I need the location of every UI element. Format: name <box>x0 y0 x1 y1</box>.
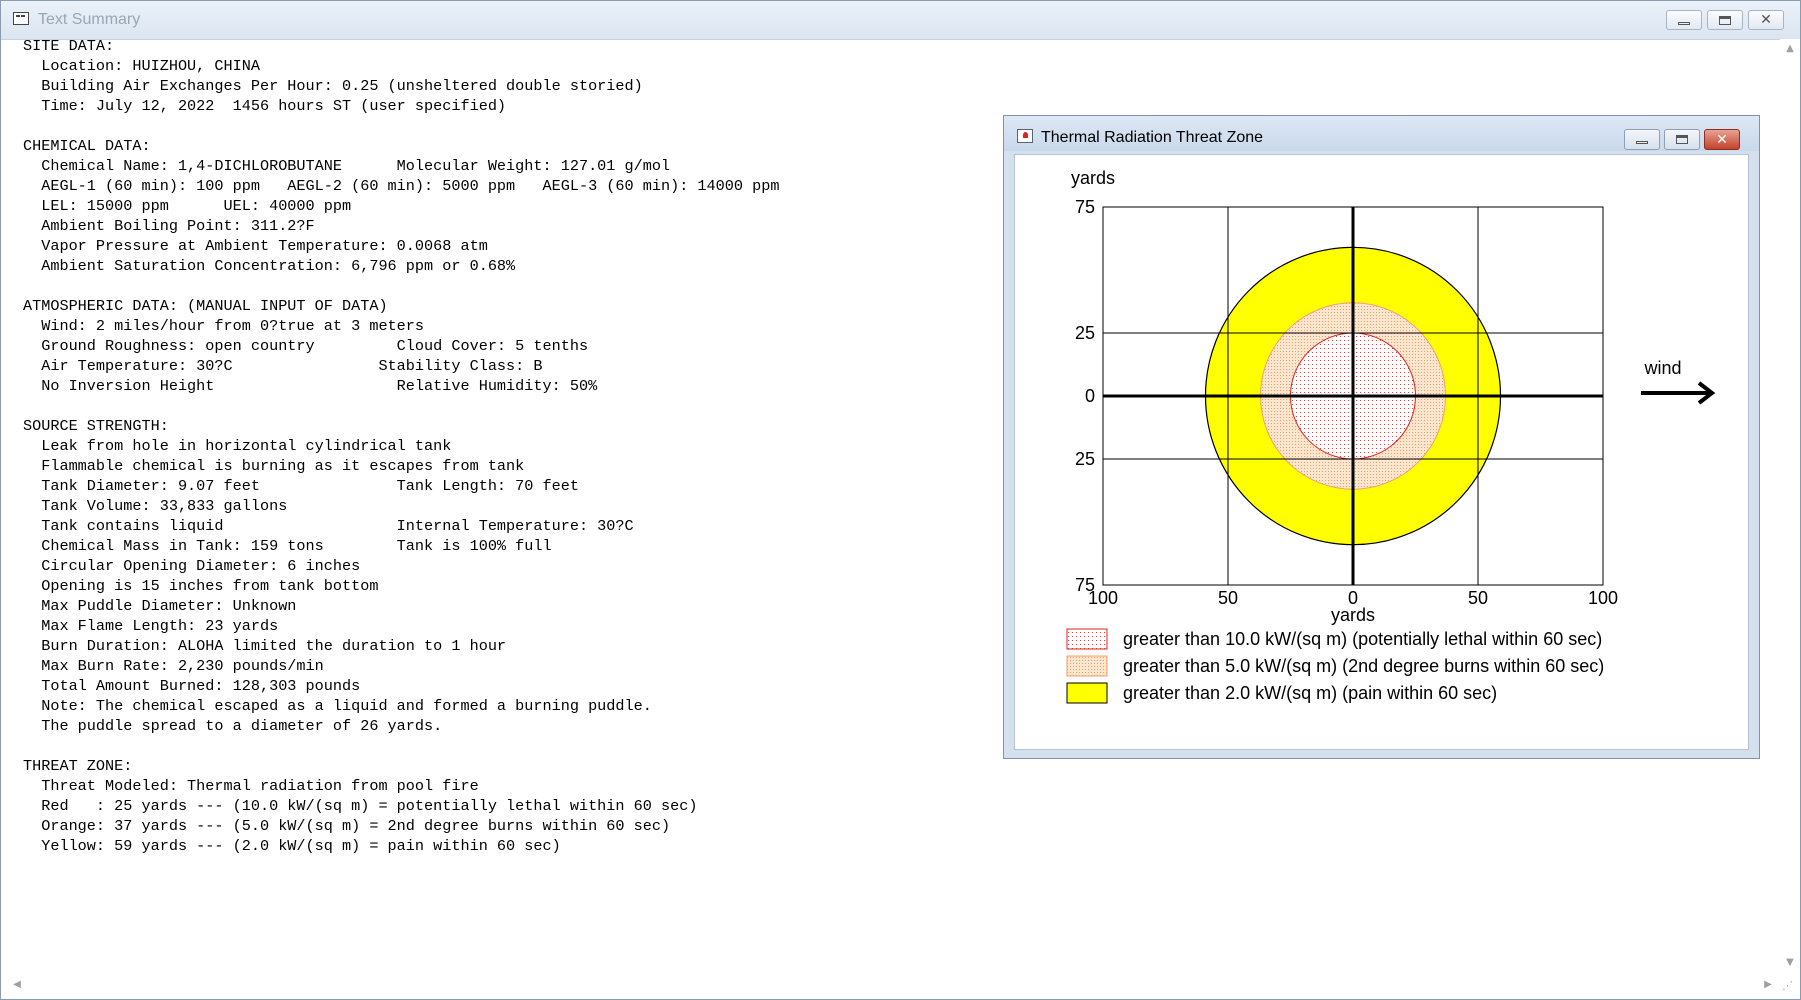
threat-zone-window: Thermal Radiation Threat Zone ✕ yards yar… <box>1003 115 1760 759</box>
threat-window-title: Thermal Radiation Threat Zone <box>1041 129 1264 146</box>
summary-line: Orange: 37 yards --- (5.0 kW/(sq m) = 2n… <box>23 817 671 835</box>
threat-titlebar[interactable]: Thermal Radiation Threat Zone ✕ <box>1004 116 1759 151</box>
minimize-button[interactable] <box>1666 10 1702 30</box>
threat-zone-plot: yardsyards752502575100 50 0 50 100windgreate… <box>1066 168 1716 704</box>
summary-text: SITE DATA: Location: HUIZHOU, CHINA Buil… <box>23 36 779 856</box>
x-tick-label: 50 <box>1218 588 1238 608</box>
scroll-left-icon[interactable]: ◀ <box>11 979 23 991</box>
maximize-button[interactable] <box>1707 10 1743 30</box>
summary-line: THREAT ZONE: <box>23 757 133 775</box>
summary-line: LEL: 15000 ppm UEL: 40000 ppm <box>23 197 352 215</box>
summary-line: Max Flame Length: 23 yards <box>23 617 279 635</box>
scroll-down-icon[interactable]: ▼ <box>1784 957 1796 969</box>
threat-minimize-button[interactable] <box>1624 129 1660 150</box>
summary-line <box>23 276 779 296</box>
window-title: Text Summary <box>38 11 141 28</box>
summary-line: Tank Diameter: 9.07 feet Tank Length: 70… <box>23 477 579 495</box>
y-tick-label: 25 <box>1075 449 1095 469</box>
main-titlebar[interactable]: Text Summary ✕ <box>1 1 1800 40</box>
x-tick-label: 50 <box>1468 588 1488 608</box>
summary-line: Chemical Name: 1,4-DICHLOROBUTANE Molecu… <box>23 157 671 175</box>
summary-line: Flammable chemical is burning as it esca… <box>23 457 525 475</box>
maximize-icon <box>1676 135 1688 144</box>
size-grip-icon[interactable]: ⋰ <box>1782 979 1798 995</box>
summary-line: Opening is 15 inches from tank bottom <box>23 577 379 595</box>
x-tick-label: 100 <box>1588 588 1618 608</box>
summary-line: CHEMICAL DATA: <box>23 137 151 155</box>
threat-close-button[interactable]: ✕ <box>1704 129 1740 150</box>
summary-line: Air Temperature: 30?C Stability Class: B <box>23 357 543 375</box>
close-icon: ✕ <box>1716 131 1728 148</box>
summary-line: SOURCE STRENGTH: <box>23 417 169 435</box>
legend-label-yellow: greater than 2.0 kW/(sq m) (pain within … <box>1123 683 1497 703</box>
legend-label-orange: greater than 5.0 kW/(sq m) (2nd degree b… <box>1123 656 1604 676</box>
y-tick-label: 75 <box>1075 197 1095 217</box>
y-tick-label: 0 <box>1085 386 1095 406</box>
y-axis-label: yards <box>1071 168 1115 188</box>
summary-line <box>23 736 779 756</box>
x-tick-label: 0 <box>1348 588 1358 608</box>
x-tick-label: 100 <box>1088 588 1118 608</box>
x-axis-label: yards <box>1331 605 1375 625</box>
summary-line: Burn Duration: ALOHA limited the duratio… <box>23 637 507 655</box>
maximize-icon <box>1719 15 1731 25</box>
summary-line: Leak from hole in horizontal cylindrical… <box>23 437 452 455</box>
summary-line: Max Burn Rate: 2,230 pounds/min <box>23 657 324 675</box>
summary-line: Max Puddle Diameter: Unknown <box>23 597 297 615</box>
legend-swatch-yellow <box>1066 682 1108 704</box>
app-icon[interactable] <box>13 12 29 25</box>
minimize-icon <box>1636 141 1648 144</box>
summary-line: Yellow: 59 yards --- (2.0 kW/(sq m) = pa… <box>23 837 561 855</box>
summary-line: Vapor Pressure at Ambient Temperature: 0… <box>23 237 488 255</box>
scroll-up-icon[interactable]: ▲ <box>1784 43 1796 55</box>
summary-line: Time: July 12, 2022 1456 hours ST (user … <box>23 97 507 115</box>
summary-line <box>23 396 779 416</box>
horizontal-scrollbar[interactable]: ◀ ▶ <box>1 975 1780 995</box>
summary-line: Building Air Exchanges Per Hour: 0.25 (u… <box>23 77 643 95</box>
summary-line: Red : 25 yards --- (10.0 kW/(sq m) = pot… <box>23 797 698 815</box>
summary-line: Ambient Saturation Concentration: 6,796 … <box>23 257 516 275</box>
summary-line: Location: HUIZHOU, CHINA <box>23 57 260 75</box>
summary-line: No Inversion Height Relative Humidity: 5… <box>23 377 598 395</box>
summary-line: Total Amount Burned: 128,303 pounds <box>23 677 361 695</box>
minimize-icon <box>1678 21 1690 25</box>
summary-line: SITE DATA: <box>23 37 115 55</box>
summary-line: Threat Modeled: Thermal radiation from p… <box>23 777 479 795</box>
summary-line: Chemical Mass in Tank: 159 tons Tank is … <box>23 537 552 555</box>
wind-label: wind <box>1643 358 1681 378</box>
legend-swatch-red <box>1066 628 1108 650</box>
threat-plot-area: yards yards 75 25 0 25 75 100 50 0 50 100 wind greate… <box>1014 154 1749 750</box>
threat-maximize-button[interactable] <box>1664 129 1700 150</box>
summary-line <box>23 116 779 136</box>
close-icon: ✕ <box>1760 12 1772 28</box>
summary-line: Ambient Boiling Point: 311.2?F <box>23 217 315 235</box>
summary-line: Note: The chemical escaped as a liquid a… <box>23 697 652 715</box>
summary-line: Ground Roughness: open country Cloud Cov… <box>23 337 589 355</box>
threat-app-icon[interactable] <box>1017 129 1033 143</box>
close-button[interactable]: ✕ <box>1748 10 1784 30</box>
summary-line: Tank contains liquid Internal Temperatur… <box>23 517 634 535</box>
summary-line: Circular Opening Diameter: 6 inches <box>23 557 361 575</box>
summary-line: Wind: 2 miles/hour from 0?true at 3 mete… <box>23 317 425 335</box>
summary-line: AEGL-1 (60 min): 100 ppm AEGL-2 (60 min)… <box>23 177 780 195</box>
legend-label-red: greater than 10.0 kW/(sq m) (potentially… <box>1123 629 1602 649</box>
legend-swatch-orange <box>1066 655 1108 677</box>
scroll-right-icon[interactable]: ▶ <box>1762 979 1774 991</box>
y-tick-label: 25 <box>1075 323 1095 343</box>
vertical-scrollbar[interactable]: ▲ ▼ <box>1780 39 1800 973</box>
summary-line: Tank Volume: 33,833 gallons <box>23 497 288 515</box>
summary-line: The puddle spread to a diameter of 26 ya… <box>23 717 443 735</box>
summary-line: ATMOSPHERIC DATA: (MANUAL INPUT OF DATA) <box>23 297 388 315</box>
